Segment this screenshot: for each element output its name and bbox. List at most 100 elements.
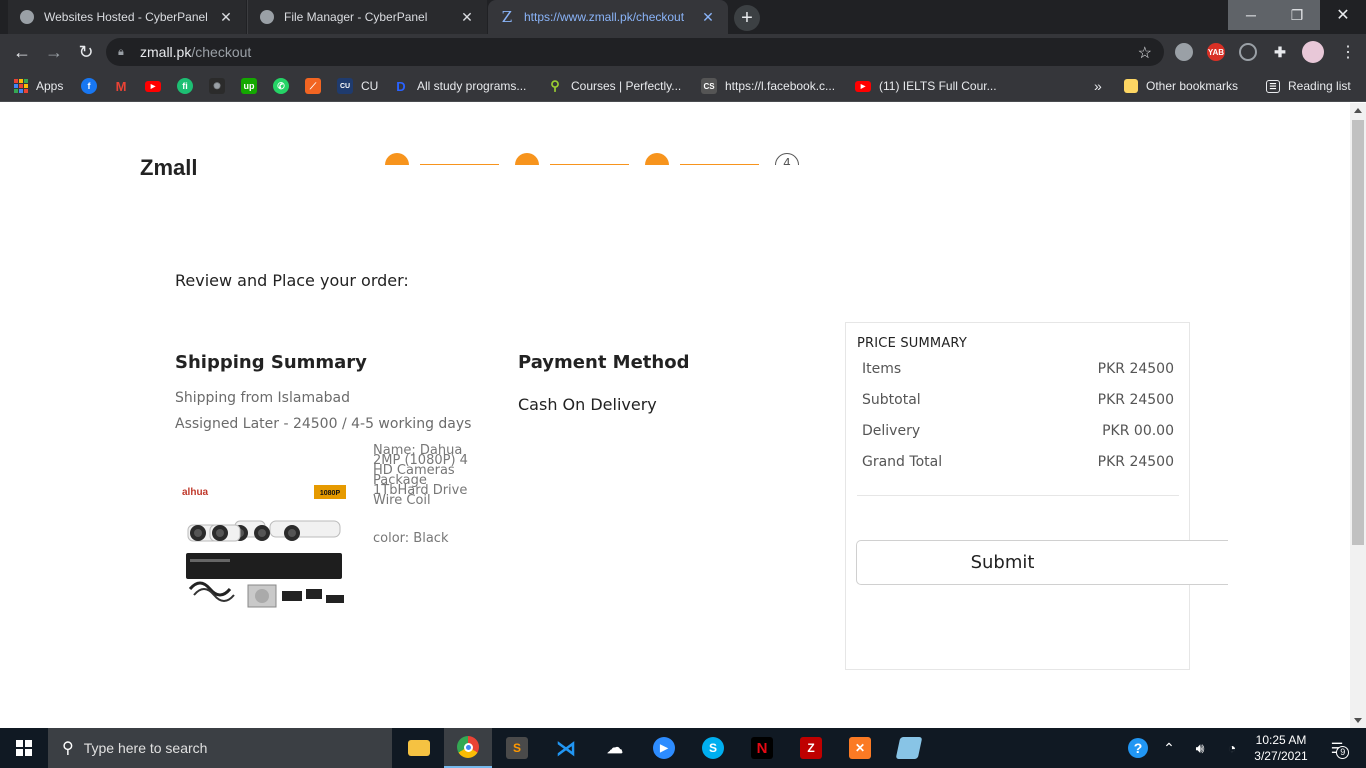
bookmark-apps[interactable]: Apps <box>14 77 63 95</box>
network-icon[interactable]: ◔ <box>1220 728 1244 768</box>
orange-bookmark-icon: ⟋ <box>305 78 321 94</box>
file-explorer-app[interactable] <box>395 728 443 768</box>
dark-site-icon: ✺ <box>209 78 225 94</box>
checkout-step-1 <box>385 153 409 165</box>
price-summary-card: PRICE SUMMARY Items PKR 24500 Subtotal P… <box>845 322 1190 670</box>
bookmark-ielts[interactable]: ▶ (11) IELTS Full Cour... <box>855 77 997 95</box>
gmail-icon: M <box>115 78 127 94</box>
other-bookmarks-folder[interactable]: Other bookmarks <box>1124 77 1238 95</box>
bookmark-facebook-link[interactable]: CS https://l.facebook.c... <box>701 77 835 95</box>
bookmark-gmail[interactable]: M <box>113 77 137 95</box>
notepad-app[interactable] <box>885 728 933 768</box>
puzzle-extensions-icon[interactable]: ✚ <box>1271 43 1289 61</box>
scroll-up-arrow-icon[interactable] <box>1354 108 1362 113</box>
checkout-step-2 <box>515 153 539 165</box>
skype-app[interactable]: S <box>689 728 737 768</box>
cu-icon: CU <box>337 78 353 94</box>
checkout-step-4: 4 <box>775 153 799 165</box>
site-logo[interactable]: Zmall <box>140 155 197 181</box>
scroll-down-arrow-icon[interactable] <box>1354 718 1362 723</box>
taskbar-clock[interactable]: 10:25 AM 3/27/2021 <box>1248 732 1314 764</box>
reading-list-icon: ☰ <box>1266 79 1280 93</box>
price-row-label: Items <box>862 361 902 377</box>
sublime-text-icon: S <box>506 737 528 759</box>
payment-method-value: Cash On Delivery <box>518 395 657 414</box>
start-button[interactable] <box>0 728 48 768</box>
zoom-app[interactable]: ▶ <box>640 728 688 768</box>
address-bar[interactable]: 🔒︎ zmall.pk/checkout ☆ <box>106 38 1164 66</box>
bookmark-youtube[interactable]: ▶ <box>145 77 169 95</box>
taskbar-search-box[interactable]: ⚲ Type here to search <box>48 728 392 768</box>
reading-list-button[interactable]: ☰ Reading list <box>1266 77 1351 95</box>
product-image-brand: alhua <box>182 487 209 498</box>
new-tab-button[interactable]: + <box>734 5 760 31</box>
url-path: /checkout <box>191 44 252 60</box>
url-host: zmall.pk <box>140 44 192 60</box>
close-icon[interactable]: ✕ <box>459 9 475 26</box>
help-tray-icon[interactable]: ? <box>1126 728 1150 768</box>
back-button[interactable]: ← <box>10 40 34 64</box>
bookmarks-overflow-button[interactable]: » <box>1094 77 1102 95</box>
reload-button[interactable]: ↻ <box>74 40 98 64</box>
step-connector <box>680 164 759 165</box>
bookmark-label: https://l.facebook.c... <box>725 79 836 93</box>
chrome-app[interactable] <box>444 728 492 768</box>
step-connector <box>420 164 499 165</box>
filezilla-app[interactable]: Z <box>787 728 835 768</box>
tab-zmall-checkout[interactable]: Z https://www.zmall.pk/checkout ✕ <box>488 0 728 34</box>
bookmark-courses[interactable]: ⚲ Courses | Perfectly... <box>547 77 681 95</box>
tab-file-manager[interactable]: File Manager - CyberPanel ✕ <box>247 0 487 34</box>
bookmark-whatsapp[interactable]: ✆ <box>273 77 297 95</box>
folder-icon <box>1124 79 1138 93</box>
bookmark-dark-site[interactable]: ✺ <box>209 77 233 95</box>
browser-tab-strip: Websites Hosted - CyberPanel ✕ File Mana… <box>0 0 1366 34</box>
price-row-label: Delivery <box>862 423 921 439</box>
xampp-app[interactable]: ✕ <box>836 728 884 768</box>
tab-websites-hosted[interactable]: Websites Hosted - CyberPanel ✕ <box>8 0 246 34</box>
chrome-icon <box>457 736 479 758</box>
bookmark-label: All study programs... <box>417 79 527 93</box>
vscode-icon: ⋊ <box>556 737 576 760</box>
chrome-menu-icon[interactable]: ⋮ <box>1336 40 1360 64</box>
restore-button[interactable]: ❐ <box>1274 0 1320 30</box>
profile-avatar[interactable] <box>1302 41 1324 63</box>
price-row-value: PKR 24500 <box>1097 361 1174 377</box>
bookmark-study-programs[interactable]: D All study programs... <box>393 77 526 95</box>
bookmark-facebook[interactable]: f <box>81 77 105 95</box>
bookmark-cu[interactable]: CU CU <box>337 77 378 95</box>
page-scrollbar[interactable] <box>1350 103 1366 728</box>
step-number: 4 <box>775 153 799 165</box>
price-row-delivery: Delivery PKR 00.00 <box>862 423 1174 439</box>
windows-logo-icon <box>16 740 32 756</box>
clock-date: 3/27/2021 <box>1254 749 1308 763</box>
submit-order-button[interactable]: Submit <box>856 540 1228 585</box>
circle-extension-icon[interactable] <box>1239 43 1257 61</box>
close-icon[interactable]: ✕ <box>700 9 716 26</box>
sublime-text-app[interactable]: S <box>493 728 541 768</box>
lock-icon: 🔒︎ <box>118 46 124 58</box>
notification-center-icon[interactable]: ☰9 <box>1322 728 1352 768</box>
vscode-app[interactable]: ⋊ <box>542 728 590 768</box>
bookmark-upwork[interactable]: up <box>241 77 265 95</box>
yab-extension-icon[interactable]: YAB <box>1207 43 1225 61</box>
globe-extension-icon[interactable] <box>1175 43 1193 61</box>
forward-button[interactable]: → <box>42 40 66 64</box>
show-hidden-icons-chevron-icon[interactable]: ⌃ <box>1158 728 1180 768</box>
shipping-from-text: Shipping from Islamabad <box>175 390 351 406</box>
close-window-button[interactable]: ✕ <box>1320 0 1366 30</box>
netflix-app[interactable]: N <box>738 728 786 768</box>
bookmark-label: Reading list <box>1288 79 1351 93</box>
product-image-badge: 1080P <box>320 490 341 497</box>
close-icon[interactable]: ✕ <box>218 9 234 26</box>
tab-title: Websites Hosted - CyberPanel <box>44 10 208 24</box>
bookmark-fiverr[interactable]: fi <box>177 77 201 95</box>
minimize-button[interactable]: ─ <box>1228 0 1274 30</box>
skype-icon: S <box>702 737 724 759</box>
volume-icon[interactable]: 🔊︎ <box>1188 728 1212 768</box>
bookmark-orange[interactable]: ⟋ <box>305 77 329 95</box>
bookmark-star-icon[interactable]: ☆ <box>1138 43 1152 63</box>
whatsapp-icon: ✆ <box>273 78 289 94</box>
scroll-thumb[interactable] <box>1352 120 1364 545</box>
checkout-step-3 <box>645 153 669 165</box>
soundcloud-app[interactable]: ☁ <box>591 728 639 768</box>
